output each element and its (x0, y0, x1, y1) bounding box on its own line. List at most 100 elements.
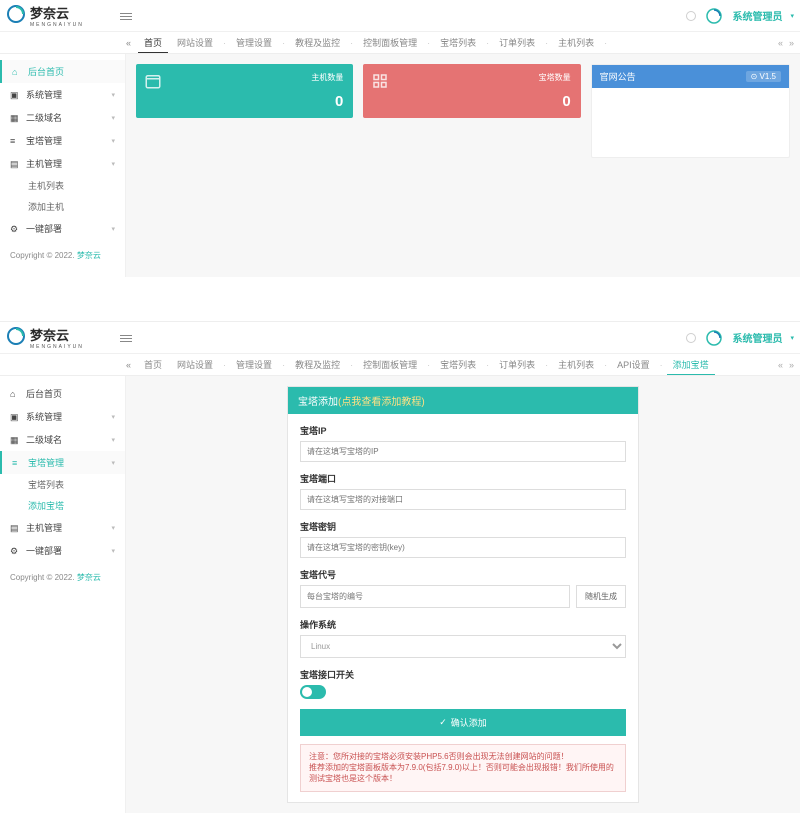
refresh-icon[interactable] (704, 6, 724, 26)
tab-hosts[interactable]: 主机列表 (552, 33, 600, 52)
select-os[interactable]: Linux (300, 635, 626, 658)
tab-home-icon[interactable]: « (126, 38, 131, 48)
sidebar-item-domain[interactable]: 二级域名▾ (0, 428, 125, 451)
chevron-down-icon: ▾ (111, 413, 115, 421)
tab-manage[interactable]: 管理设置 (230, 355, 278, 374)
announce-title: 官网公告 (600, 70, 636, 83)
tab-panel[interactable]: 控制面板管理 (357, 355, 423, 374)
form-tutorial-link[interactable]: (点我查看添加教程) (338, 397, 425, 408)
brand-sub: MENGNAIYUN (30, 344, 84, 350)
stat-card-bt[interactable]: 宝塔数量 0 (363, 64, 580, 118)
home-icon (10, 389, 20, 399)
sidebar-item-system[interactable]: 系统管理▾ (0, 405, 125, 428)
sidebar-item-host[interactable]: 主机管理▾ (0, 516, 125, 539)
sidebar-sub-btlist[interactable]: 宝塔列表 (0, 474, 125, 495)
label-key: 宝塔密钥 (300, 520, 626, 533)
sidebar-item-host[interactable]: 主机管理▾ (0, 152, 125, 175)
check-icon: ✓ (439, 717, 447, 728)
tab-btlist[interactable]: 宝塔列表 (434, 355, 482, 374)
input-port[interactable] (300, 489, 626, 510)
tab-manage[interactable]: 管理设置 (230, 33, 278, 52)
label-port: 宝塔端口 (300, 472, 626, 485)
logo-icon (6, 4, 26, 27)
tab-site[interactable]: 网站设置 (171, 355, 219, 374)
tab-home-icon[interactable]: « (126, 360, 131, 370)
stat-title: 宝塔数量 (539, 72, 571, 83)
refresh-icon[interactable] (704, 328, 724, 348)
sidebar-sub-hostlist[interactable]: 主机列表 (0, 175, 125, 196)
sidebar-sub-addhost[interactable]: 添加主机 (0, 196, 125, 217)
admin-link[interactable]: 系统管理员 (732, 8, 782, 23)
sidebar-toggle-icon[interactable] (120, 11, 132, 21)
stat-value: 0 (335, 93, 343, 110)
copyright-link[interactable]: 梦奈云 (77, 573, 101, 582)
util-icon[interactable] (686, 333, 696, 343)
sidebar: 后台首页 系统管理▾ 二级域名▾ 宝塔管理▾ 主机管理▾ 主机列表 添加主机 一… (0, 54, 126, 277)
api-toggle[interactable] (300, 685, 326, 699)
tab-btlist[interactable]: 宝塔列表 (434, 33, 482, 52)
topbar: 梦奈云 MENGNAIYUN 系统管理员 ▾ (0, 0, 800, 32)
tab-tutorial[interactable]: 教程及监控 (289, 33, 346, 52)
tab-orders[interactable]: 订单列表 (493, 355, 541, 374)
submit-button[interactable]: ✓确认添加 (300, 709, 626, 736)
tab-tutorial[interactable]: 教程及监控 (289, 355, 346, 374)
tab-api[interactable]: API设置 (611, 355, 656, 374)
tab-hosts[interactable]: 主机列表 (552, 355, 600, 374)
calendar-icon (144, 72, 162, 90)
tabs-next-icon[interactable]: » (789, 360, 794, 370)
stat-title: 主机数量 (311, 72, 343, 83)
sidebar-item-bt[interactable]: 宝塔管理▾ (0, 451, 125, 474)
stat-card-hosts[interactable]: 主机数量 0 (136, 64, 353, 118)
sidebar-toggle-icon[interactable] (120, 333, 132, 343)
brand-logo[interactable]: 梦奈云 MENGNAIYUN (6, 325, 120, 350)
input-code[interactable] (300, 585, 570, 608)
form-content: 宝塔添加(点我查看添加教程) 宝塔IP 宝塔端口 宝塔密钥 (126, 376, 800, 813)
tab-addbt[interactable]: 添加宝塔 (667, 355, 715, 375)
brand-name: 梦奈云 (30, 325, 84, 344)
host-icon (10, 523, 20, 533)
chevron-down-icon: ▾ (111, 137, 115, 145)
chevron-down-icon: ▾ (111, 547, 115, 555)
copyright: Copyright © 2022. 梦奈云 (0, 240, 125, 271)
chevron-down-icon: ▾ (111, 91, 115, 99)
random-gen-button[interactable]: 随机生成 (576, 585, 626, 608)
sidebar-item-system[interactable]: 系统管理▾ (0, 83, 125, 106)
sidebar-item-domain[interactable]: 二级域名▾ (0, 106, 125, 129)
domain-icon (10, 435, 20, 445)
sidebar-item-home[interactable]: 后台首页 (0, 382, 125, 405)
input-key[interactable] (300, 537, 626, 558)
util-icon[interactable] (686, 11, 696, 21)
top-tabs: « 首页 网站设置· 管理设置· 教程及监控· 控制面板管理· 宝塔列表· 订单… (0, 354, 800, 376)
chevron-down-icon: ▾ (111, 160, 115, 168)
tabs-prev-icon[interactable]: « (778, 360, 783, 370)
sidebar-item-bt[interactable]: 宝塔管理▾ (0, 129, 125, 152)
logo-icon (6, 326, 26, 349)
chevron-down-icon[interactable]: ▾ (790, 334, 794, 342)
top-tabs: « 首页 网站设置· 管理设置· 教程及监控· 控制面板管理· 宝塔列表· 订单… (0, 32, 800, 54)
sidebar-sub-addbt[interactable]: 添加宝塔 (0, 495, 125, 516)
sidebar: 后台首页 系统管理▾ 二级域名▾ 宝塔管理▾ 宝塔列表 添加宝塔 主机管理▾ 一… (0, 376, 126, 813)
copyright-link[interactable]: 梦奈云 (77, 251, 101, 260)
brand-logo[interactable]: 梦奈云 MENGNAIYUN (6, 3, 120, 28)
chevron-down-icon: ▾ (111, 524, 115, 532)
tab-home[interactable]: 首页 (138, 33, 168, 53)
brand-sub: MENGNAIYUN (30, 22, 84, 28)
tabs-next-icon[interactable]: » (789, 38, 794, 48)
chevron-down-icon: ▾ (111, 436, 115, 444)
tabs-prev-icon[interactable]: « (778, 38, 783, 48)
tab-site[interactable]: 网站设置 (171, 33, 219, 52)
chevron-down-icon: ▾ (111, 459, 115, 467)
sidebar-item-deploy[interactable]: 一键部署▾ (0, 539, 125, 562)
input-ip[interactable] (300, 441, 626, 462)
tab-home[interactable]: 首页 (138, 355, 168, 374)
chevron-down-icon[interactable]: ▾ (790, 12, 794, 20)
tab-panel[interactable]: 控制面板管理 (357, 33, 423, 52)
grid-icon (371, 72, 389, 90)
topbar: 梦奈云 MENGNAIYUN 系统管理员 ▾ (0, 322, 800, 354)
sidebar-item-home[interactable]: 后台首页 (0, 60, 125, 83)
sidebar-item-deploy[interactable]: 一键部署▾ (0, 217, 125, 240)
system-icon (10, 412, 20, 422)
admin-link[interactable]: 系统管理员 (732, 330, 782, 345)
form-header: 宝塔添加(点我查看添加教程) (288, 387, 638, 414)
tab-orders[interactable]: 订单列表 (493, 33, 541, 52)
